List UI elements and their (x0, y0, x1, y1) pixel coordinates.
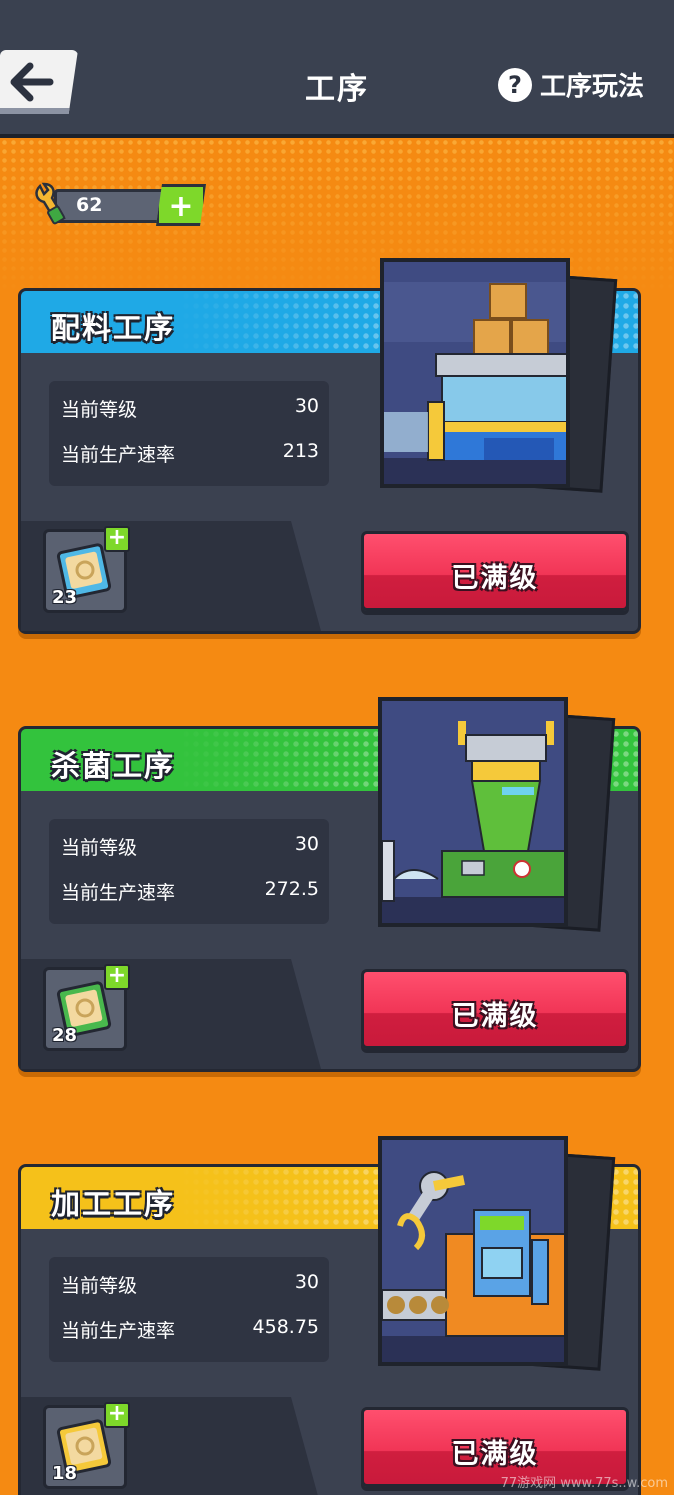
plus-icon: + (168, 189, 194, 224)
add-currency-button[interactable]: + (156, 184, 206, 226)
stat-level: 当前等级 30 (61, 1271, 319, 1297)
currency-value: 62 (76, 194, 103, 216)
stats-panel: 当前等级 30 当前生产速率 458.75 (49, 1257, 329, 1362)
max-level-label: 已满级 (451, 1439, 539, 1470)
plus-icon[interactable]: + (104, 526, 130, 552)
stat-level: 当前等级 30 (61, 395, 319, 421)
blueprint-item-slot[interactable]: 28 + (43, 964, 130, 1051)
stats-panel: 当前等级 30 当前生产速率 213 (49, 381, 329, 486)
question-icon: ? (497, 67, 532, 102)
stats-panel: 当前等级 30 当前生产速率 272.5 (49, 819, 329, 924)
card-title: 杀菌工序 (51, 749, 176, 783)
card-title: 配料工序 (51, 311, 176, 345)
item-count: 28 (52, 1025, 78, 1046)
stat-rate: 当前生产速率 458.75 (61, 1316, 319, 1342)
max-level-button[interactable]: 已满级 (361, 531, 629, 611)
blueprint-item-slot[interactable]: 18 + (43, 1402, 130, 1489)
stat-level: 当前等级 30 (61, 833, 319, 859)
max-level-button[interactable]: 已满级 (361, 969, 629, 1049)
wrench-icon (35, 182, 66, 225)
wrench-currency: 62 + (30, 182, 210, 228)
sterilization-machine-illustration (382, 701, 564, 923)
stat-rate: 当前生产速率 272.5 (61, 878, 319, 904)
processing-machine-art (378, 1136, 618, 1376)
max-level-label: 已满级 (451, 1001, 539, 1032)
batching-machine-art (380, 258, 620, 498)
card-title: 加工工序 (51, 1187, 176, 1221)
plus-icon[interactable]: + (104, 1402, 130, 1428)
top-bar: 工序 ? 工序玩法 (0, 0, 674, 138)
max-level-label: 已满级 (451, 563, 539, 594)
help-button[interactable]: ? 工序玩法 (497, 66, 644, 103)
help-label: 工序玩法 (539, 72, 644, 102)
item-count: 18 (52, 1463, 78, 1484)
batching-machine-illustration (384, 262, 566, 484)
processing-machine-illustration (382, 1140, 564, 1362)
watermark: 77游戏网 www.77s..w.com (500, 1476, 668, 1491)
item-count: 23 (52, 587, 78, 608)
sterilization-machine-art (378, 697, 618, 937)
stat-rate: 当前生产速率 213 (61, 440, 319, 466)
plus-icon[interactable]: + (104, 964, 130, 990)
blueprint-item-slot[interactable]: 23 + (43, 526, 130, 613)
